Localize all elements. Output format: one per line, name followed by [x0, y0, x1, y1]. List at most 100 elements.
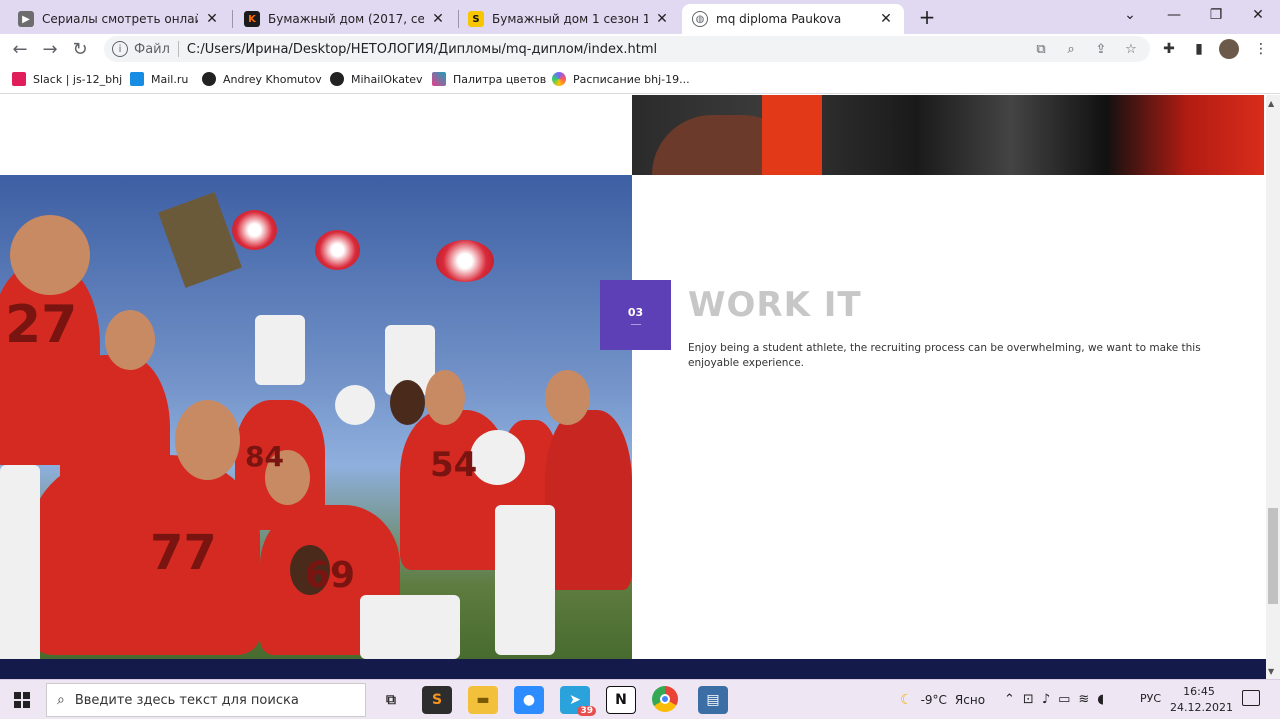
- bookmark-palette[interactable]: Палитра цветов: [432, 70, 546, 88]
- scrollbar[interactable]: ▲ ▼: [1266, 95, 1280, 679]
- task-view-icon[interactable]: ⧉: [376, 686, 406, 714]
- feature-panel: [632, 175, 1266, 659]
- divider: [177, 41, 179, 57]
- badge-underline: [630, 323, 641, 325]
- back-icon[interactable]: ←: [8, 37, 32, 61]
- notion-icon[interactable]: N: [606, 686, 636, 714]
- close-icon[interactable]: ✕: [204, 11, 220, 27]
- schedule-icon: [552, 72, 566, 86]
- clock[interactable]: 16:45 24.12.2021: [1170, 684, 1233, 716]
- moon-icon: ☾: [900, 692, 913, 708]
- tab-episode[interactable]: S Бумажный дом 1 сезон 1 серия ✕: [458, 4, 680, 34]
- tab-separator: [232, 10, 233, 28]
- wifi-icon[interactable]: ≋: [1078, 692, 1089, 707]
- player-head: [105, 310, 155, 370]
- close-icon[interactable]: ✕: [878, 11, 894, 27]
- network-app-icon[interactable]: ▤: [698, 686, 728, 714]
- jersey-number: 54: [430, 445, 478, 485]
- step-badge: 03: [600, 280, 671, 350]
- avatar[interactable]: [1218, 37, 1240, 61]
- video-site-icon: ▶: [18, 11, 34, 27]
- battery-icon[interactable]: ▭: [1058, 692, 1070, 707]
- telegram-icon[interactable]: ➤ 39: [560, 686, 596, 716]
- volume-icon[interactable]: ◖: [1097, 692, 1104, 707]
- jersey-number: 69: [305, 555, 356, 596]
- scroll-thumb[interactable]: [1268, 508, 1278, 604]
- mail-icon: [130, 72, 144, 86]
- photo-detail: [762, 95, 822, 175]
- chrome-icon[interactable]: [652, 686, 678, 712]
- helmet: [470, 430, 525, 485]
- new-tab-button[interactable]: +: [914, 4, 940, 30]
- tab-search-icon[interactable]: ⌄: [1112, 4, 1148, 26]
- taskbar-search-input[interactable]: ⌕ Введите здесь текст для поиска: [46, 683, 366, 717]
- close-icon[interactable]: ✕: [430, 11, 446, 27]
- player-head: [10, 215, 90, 295]
- side-panel-icon[interactable]: ▮: [1188, 37, 1210, 61]
- bookmark-schedule[interactable]: Расписание bhj-19...: [552, 70, 690, 88]
- player-head: [545, 370, 590, 425]
- url-text[interactable]: C:/Users/Ирина/Desktop/НЕТОЛОГИЯ/Дипломы…: [187, 42, 657, 57]
- notifications-icon[interactable]: [1242, 690, 1260, 706]
- translate-icon[interactable]: ⧉: [1032, 40, 1050, 58]
- tab-kinopoisk[interactable]: K Бумажный дом (2017, сериал, 5 ✕: [234, 4, 456, 34]
- language-indicator[interactable]: РУС: [1140, 692, 1161, 705]
- reload-icon[interactable]: ↻: [68, 37, 92, 61]
- minimize-button[interactable]: —: [1156, 4, 1192, 26]
- tab-active-diploma[interactable]: ◍ mq diploma Paukova ✕: [682, 4, 904, 34]
- cheerleader-uniform: [255, 315, 305, 385]
- forward-icon[interactable]: →: [38, 37, 62, 61]
- tab-serials[interactable]: ▶ Сериалы смотреть онлайн в хо ✕: [8, 4, 230, 34]
- star-icon[interactable]: ☆: [1122, 40, 1140, 58]
- kinopoisk-icon: K: [244, 11, 260, 27]
- zoom-app-icon[interactable]: ●: [514, 686, 544, 714]
- top-photo: [632, 95, 1264, 175]
- bookmark-okatev[interactable]: MihailOkatev: [330, 70, 423, 88]
- white-pants: [360, 595, 460, 659]
- info-icon[interactable]: i: [112, 41, 128, 57]
- white-pants: [495, 505, 555, 655]
- weather-widget[interactable]: ☾ -9°C Ясно: [900, 692, 985, 708]
- close-window-button[interactable]: ✕: [1240, 4, 1276, 26]
- chevron-up-icon[interactable]: ⌃: [1004, 692, 1015, 707]
- system-tray[interactable]: ⌃ ⊡ ♪ ▭ ≋ ◖: [1004, 692, 1104, 707]
- windows-start-icon[interactable]: [14, 692, 30, 708]
- footer-band: [0, 659, 1266, 679]
- close-icon[interactable]: ✕: [654, 11, 670, 27]
- player-head: [175, 400, 240, 480]
- sublime-icon[interactable]: S: [422, 686, 452, 714]
- jersey-number: 84: [245, 440, 284, 473]
- palette-icon: [432, 72, 446, 86]
- globe-icon: ◍: [692, 11, 708, 27]
- mic-icon[interactable]: ♪: [1042, 692, 1050, 707]
- jersey-number: 27: [5, 295, 78, 355]
- pompom: [436, 240, 494, 282]
- github-icon: [202, 72, 216, 86]
- slack-icon: [12, 72, 26, 86]
- menu-icon[interactable]: ⋮: [1250, 37, 1272, 61]
- bookmark-khomutov[interactable]: Andrey Khomutov: [202, 70, 322, 88]
- white-pants: [0, 465, 40, 659]
- meet-icon[interactable]: ⊡: [1023, 692, 1034, 707]
- jersey-number: 77: [150, 525, 217, 581]
- pompom: [232, 210, 277, 250]
- player-jersey: [545, 410, 632, 590]
- scroll-up-icon[interactable]: ▲: [1268, 99, 1274, 108]
- football-team-photo: 27 77 69 54 84: [0, 175, 632, 659]
- scroll-down-icon[interactable]: ▼: [1268, 667, 1274, 676]
- restore-button[interactable]: ❐: [1198, 4, 1234, 26]
- s-site-icon: S: [468, 11, 484, 27]
- bookmark-slack[interactable]: Slack | js-12_bhj: [12, 70, 122, 88]
- player-head: [390, 380, 425, 425]
- address-bar[interactable]: i Файл C:/Users/Ирина/Desktop/НЕТОЛОГИЯ/…: [104, 36, 1150, 62]
- file-label: Файл: [134, 41, 170, 57]
- share-icon[interactable]: ⇪: [1092, 40, 1110, 58]
- zoom-icon[interactable]: ⌕: [1062, 40, 1080, 58]
- bookmark-mail[interactable]: Mail.ru: [130, 70, 188, 88]
- explorer-icon[interactable]: ▬: [468, 686, 498, 714]
- extensions-icon[interactable]: ✚: [1158, 37, 1180, 61]
- search-icon: ⌕: [57, 692, 65, 708]
- player-head: [425, 370, 465, 425]
- page-content: 27 77 69 54 84 03 WORK IT Enjoy being a …: [0, 95, 1266, 679]
- github-icon: [330, 72, 344, 86]
